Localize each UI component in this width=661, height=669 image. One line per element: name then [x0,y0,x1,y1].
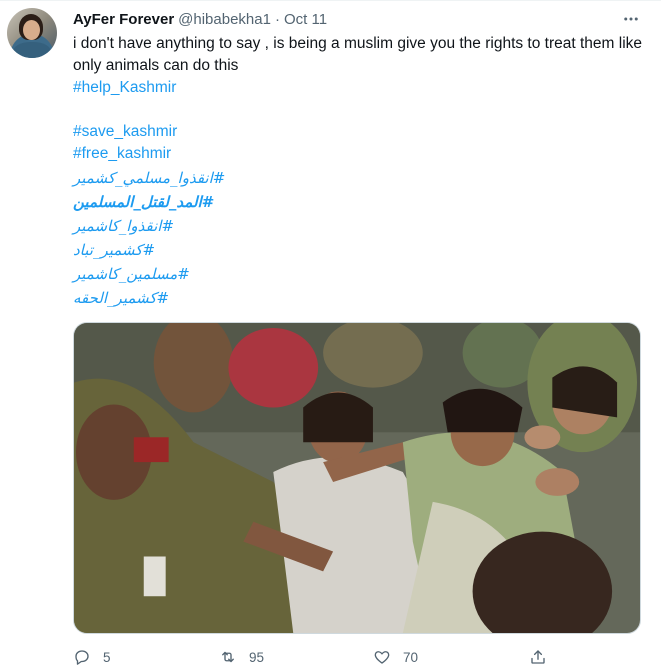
tweet-card[interactable]: AyFer Forever @hibabekha1 · Oct 11 i don… [0,0,661,669]
retweet-icon [222,651,234,663]
hashtag-free-kashmir[interactable]: #free_kashmir [73,143,171,165]
hashtag-save-kashmir[interactable]: #save_kashmir [73,121,177,143]
tweet-photo[interactable] [73,322,641,634]
tweet-header: AyFer Forever @hibabekha1 · Oct 11 [73,9,327,29]
author-handle[interactable]: @hibabekha1 [178,11,271,28]
hashtag-urdu-5[interactable]: #مسلمين_كاشمير [73,263,190,285]
avatar-face [23,20,40,40]
more-options-button[interactable] [620,9,642,29]
tweet-actions: 5 95 70 [73,646,643,669]
reply-icon [75,650,89,665]
hashtag-urdu-1[interactable]: #انقذوا_مسلمي_كشمير [73,167,225,189]
share-button[interactable] [529,648,547,666]
hashtag-urdu-4[interactable]: #كشمير_تباد [73,239,155,261]
protest-photo-illustration [74,323,640,633]
tweet-text: i don't have anything to say , is being … [73,35,643,74]
reply-count: 5 [103,649,111,665]
avatar-body [13,42,51,58]
heart-icon [374,651,390,664]
hashtag-help-kashmir[interactable]: #help_Kashmir [73,77,176,99]
hashtag-urdu-3[interactable]: #انقذوا_كاشمير [73,215,174,237]
separator-dot: · [274,10,280,28]
hashtag-urdu-6[interactable]: #كشمير_الحقه [73,287,169,309]
more-horizontal-icon [624,17,638,21]
share-icon [531,650,545,664]
tweet-date[interactable]: Oct 11 [284,11,327,28]
hashtag-urdu-2[interactable]: #المد_لقتل_المسلمين [73,191,214,213]
retweet-count: 95 [249,649,265,665]
like-count: 70 [403,649,419,665]
like-button[interactable]: 70 [373,648,418,666]
retweet-button[interactable]: 95 [219,648,264,666]
reply-button[interactable]: 5 [73,648,111,666]
avatar[interactable] [7,8,57,58]
author-name[interactable]: AyFer Forever [73,11,174,28]
